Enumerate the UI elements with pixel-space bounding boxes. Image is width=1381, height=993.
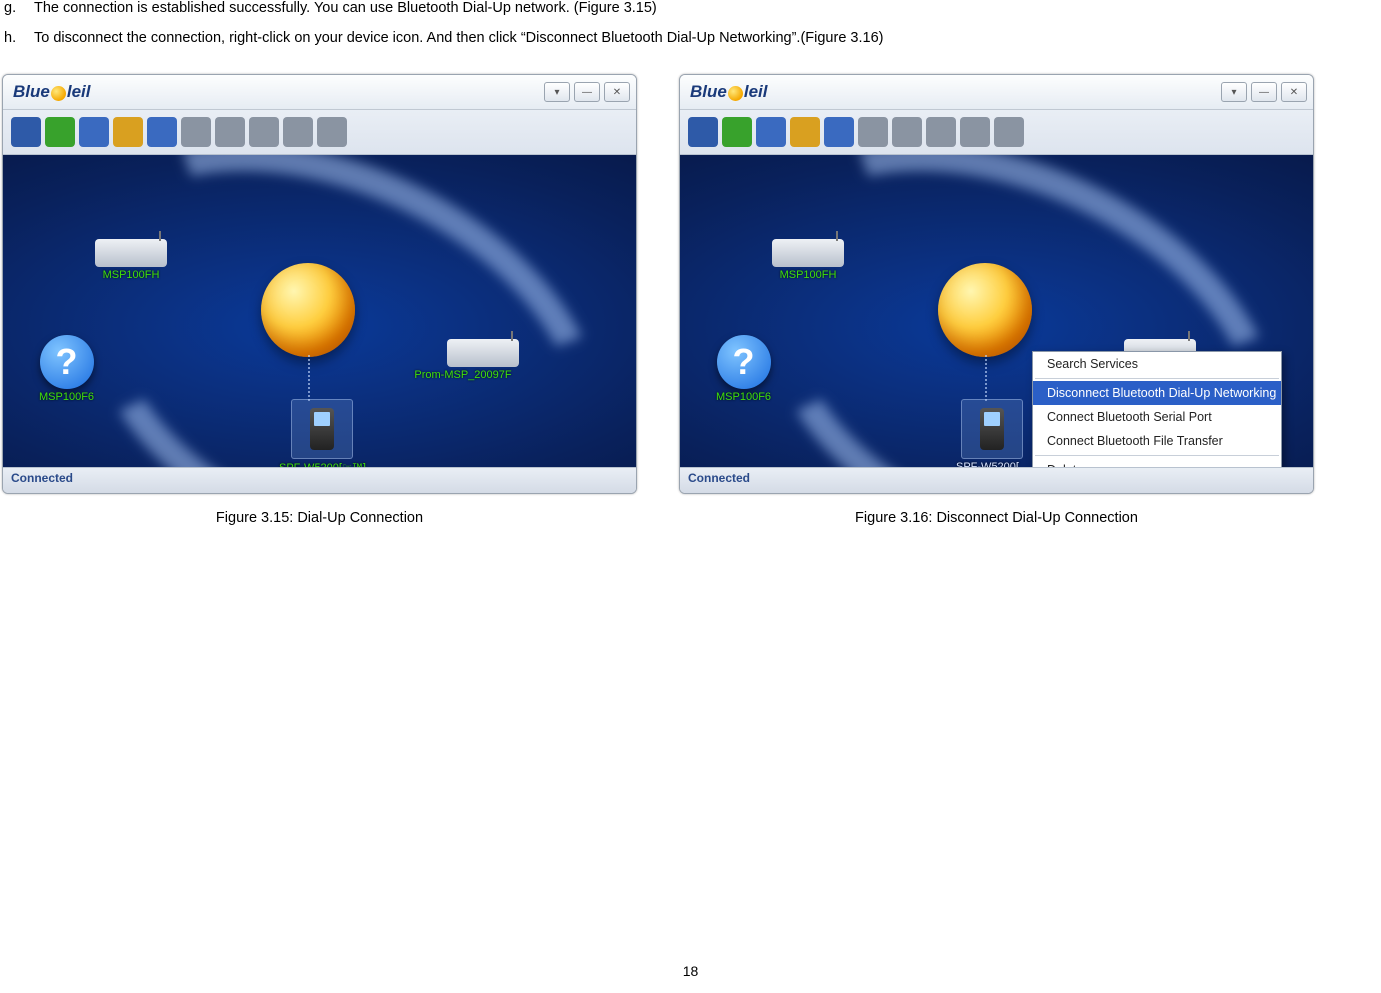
sun-icon xyxy=(728,86,743,101)
opp-icon[interactable] xyxy=(824,117,854,147)
menu-separator xyxy=(1035,378,1279,379)
device-label: SPF-W5200[... xyxy=(956,461,1028,467)
phone-selection xyxy=(961,399,1023,459)
context-menu: Search Services Disconnect Bluetooth Dia… xyxy=(1032,351,1282,467)
phone-selection xyxy=(291,399,353,459)
instruction-letter: g. xyxy=(4,0,34,16)
sun-icon xyxy=(51,86,66,101)
app-logo: Blue leil xyxy=(690,82,767,102)
ftp-icon[interactable] xyxy=(113,117,143,147)
app-logo: Blue leil xyxy=(13,82,90,102)
device-phone[interactable]: SPF-W5200[... xyxy=(956,399,1028,467)
device-label: Prom-MSP_20097F xyxy=(414,369,511,381)
help-icon[interactable]: ▾ xyxy=(1221,82,1247,102)
instruction-g: g. The connection is established success… xyxy=(4,0,1381,16)
bluesoleil-window: Blue leil ▾ — ✕ xyxy=(2,74,637,494)
minimize-icon[interactable]: — xyxy=(574,82,600,102)
connection-line xyxy=(985,355,987,401)
menu-connect-file[interactable]: Connect Bluetooth File Transfer xyxy=(1033,429,1281,453)
menu-delete[interactable]: Delete xyxy=(1033,458,1281,467)
phone-icon xyxy=(310,408,334,450)
sync-icon[interactable] xyxy=(756,117,786,147)
close-icon[interactable]: ✕ xyxy=(604,82,630,102)
fax-icon[interactable] xyxy=(249,117,279,147)
titlebar: Blue leil ▾ — ✕ xyxy=(3,75,636,110)
question-icon: ? xyxy=(40,335,94,389)
status-text: Connected xyxy=(688,471,750,485)
brand-left: Blue xyxy=(13,82,50,102)
dun-icon[interactable] xyxy=(722,117,752,147)
figure-caption: Figure 3.16: Disconnect Dial-Up Connecti… xyxy=(855,510,1138,526)
device-canvas: MSP100FH ? MSP100F6 Prom-MSP_20097F SPF-… xyxy=(3,155,636,467)
pan-icon[interactable] xyxy=(688,117,718,147)
instruction-text: The connection is established successful… xyxy=(34,0,1381,16)
brand-right: leil xyxy=(67,82,91,102)
print-icon[interactable] xyxy=(181,117,211,147)
status-bar: Connected xyxy=(3,467,636,493)
menu-search-services[interactable]: Search Services xyxy=(1033,352,1281,376)
window-buttons: ▾ — ✕ xyxy=(544,82,630,102)
device-label: MSP100F6 xyxy=(39,391,94,403)
device-canvas: MSP100FH ? MSP100F6 SPF-W5200[... Search… xyxy=(680,155,1313,467)
menu-disconnect-dun[interactable]: Disconnect Bluetooth Dial-Up Networking xyxy=(1033,381,1281,405)
status-text: Connected xyxy=(11,471,73,485)
av-icon[interactable] xyxy=(960,117,990,147)
av-icon[interactable] xyxy=(283,117,313,147)
brand-left: Blue xyxy=(690,82,727,102)
device-label: MSP100FH xyxy=(103,269,160,281)
router-icon xyxy=(447,339,519,367)
print-icon[interactable] xyxy=(858,117,888,147)
sync-icon[interactable] xyxy=(79,117,109,147)
device-phone[interactable]: SPF-W5200[☞™] xyxy=(279,399,366,467)
device-router-top[interactable]: MSP100FH xyxy=(772,239,844,281)
question-icon: ? xyxy=(717,335,771,389)
local-device-orb[interactable] xyxy=(261,263,355,357)
dun-icon[interactable] xyxy=(45,117,75,147)
window-buttons: ▾ — ✕ xyxy=(1221,82,1307,102)
figure-caption: Figure 3.15: Dial-Up Connection xyxy=(216,510,423,526)
device-unknown[interactable]: ? MSP100F6 xyxy=(716,335,771,403)
status-bar: Connected xyxy=(680,467,1313,493)
opp-icon[interactable] xyxy=(147,117,177,147)
headset-icon[interactable] xyxy=(994,117,1024,147)
service-toolbar xyxy=(680,110,1313,155)
figure-315: Blue leil ▾ — ✕ xyxy=(2,74,637,526)
device-router-top[interactable]: MSP100FH xyxy=(95,239,167,281)
fax-icon[interactable] xyxy=(926,117,956,147)
help-icon[interactable]: ▾ xyxy=(544,82,570,102)
instruction-list: g. The connection is established success… xyxy=(0,0,1381,46)
local-device-orb[interactable] xyxy=(938,263,1032,357)
device-label: SPF-W5200[☞™] xyxy=(279,461,366,467)
device-label: MSP100FH xyxy=(780,269,837,281)
ftp-icon[interactable] xyxy=(790,117,820,147)
device-unknown[interactable]: ? MSP100F6 xyxy=(39,335,94,403)
phone-icon xyxy=(980,408,1004,450)
menu-connect-serial[interactable]: Connect Bluetooth Serial Port xyxy=(1033,405,1281,429)
hid-icon[interactable] xyxy=(892,117,922,147)
pan-icon[interactable] xyxy=(11,117,41,147)
minimize-icon[interactable]: — xyxy=(1251,82,1277,102)
device-label: MSP100F6 xyxy=(716,391,771,403)
close-icon[interactable]: ✕ xyxy=(1281,82,1307,102)
hid-icon[interactable] xyxy=(215,117,245,147)
router-icon xyxy=(772,239,844,267)
brand-right: leil xyxy=(744,82,768,102)
connection-line xyxy=(308,355,310,401)
instruction-h: h. To disconnect the connection, right-c… xyxy=(4,30,1381,46)
headset-icon[interactable] xyxy=(317,117,347,147)
page-number: 18 xyxy=(0,963,1381,979)
router-icon xyxy=(95,239,167,267)
figure-316: Blue leil ▾ — ✕ xyxy=(679,74,1314,526)
device-router-right[interactable]: Prom-MSP_20097F xyxy=(447,339,519,381)
service-toolbar xyxy=(3,110,636,155)
instruction-text: To disconnect the connection, right-clic… xyxy=(34,30,1381,46)
titlebar: Blue leil ▾ — ✕ xyxy=(680,75,1313,110)
instruction-letter: h. xyxy=(4,30,34,46)
menu-separator xyxy=(1035,455,1279,456)
bluesoleil-window: Blue leil ▾ — ✕ xyxy=(679,74,1314,494)
